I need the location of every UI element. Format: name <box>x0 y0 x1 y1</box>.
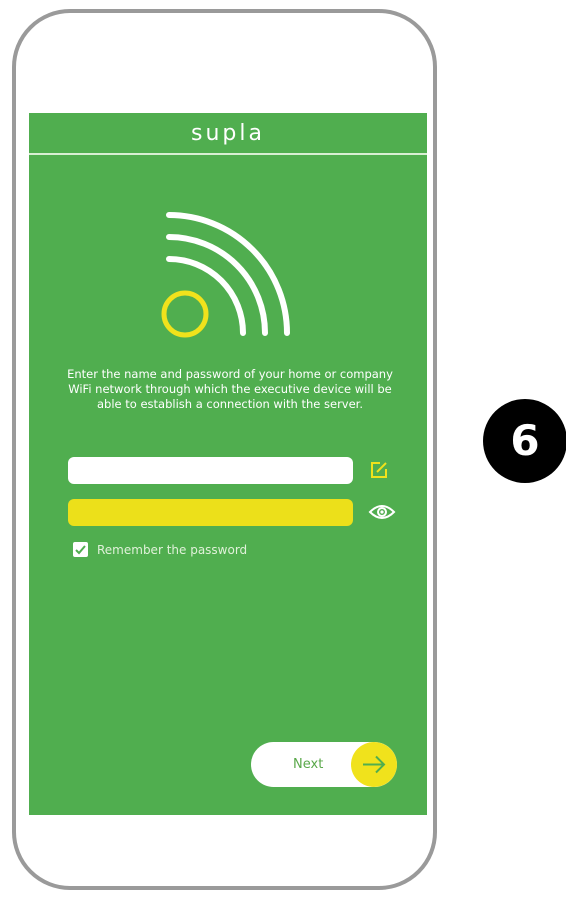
app-header: supla <box>29 113 427 155</box>
supla-logo-icon <box>161 212 290 338</box>
edit-icon[interactable] <box>369 460 389 480</box>
app-title: supla <box>191 121 265 146</box>
remember-password-checkbox[interactable] <box>73 542 88 557</box>
wifi-name-input[interactable] <box>68 457 353 484</box>
check-icon <box>75 545 86 555</box>
arrow-right-icon <box>351 742 397 787</box>
instructions-text: Enter the name and password of your home… <box>67 367 393 411</box>
app-screen: supla Enter the name and password of you… <box>29 113 427 815</box>
wifi-password-input[interactable] <box>68 499 353 526</box>
next-button-label: Next <box>293 757 324 772</box>
eye-icon[interactable] <box>368 503 396 521</box>
step-number-badge: 6 <box>483 399 566 483</box>
remember-password-label: Remember the password <box>97 543 248 557</box>
next-button[interactable]: Next <box>251 742 397 787</box>
